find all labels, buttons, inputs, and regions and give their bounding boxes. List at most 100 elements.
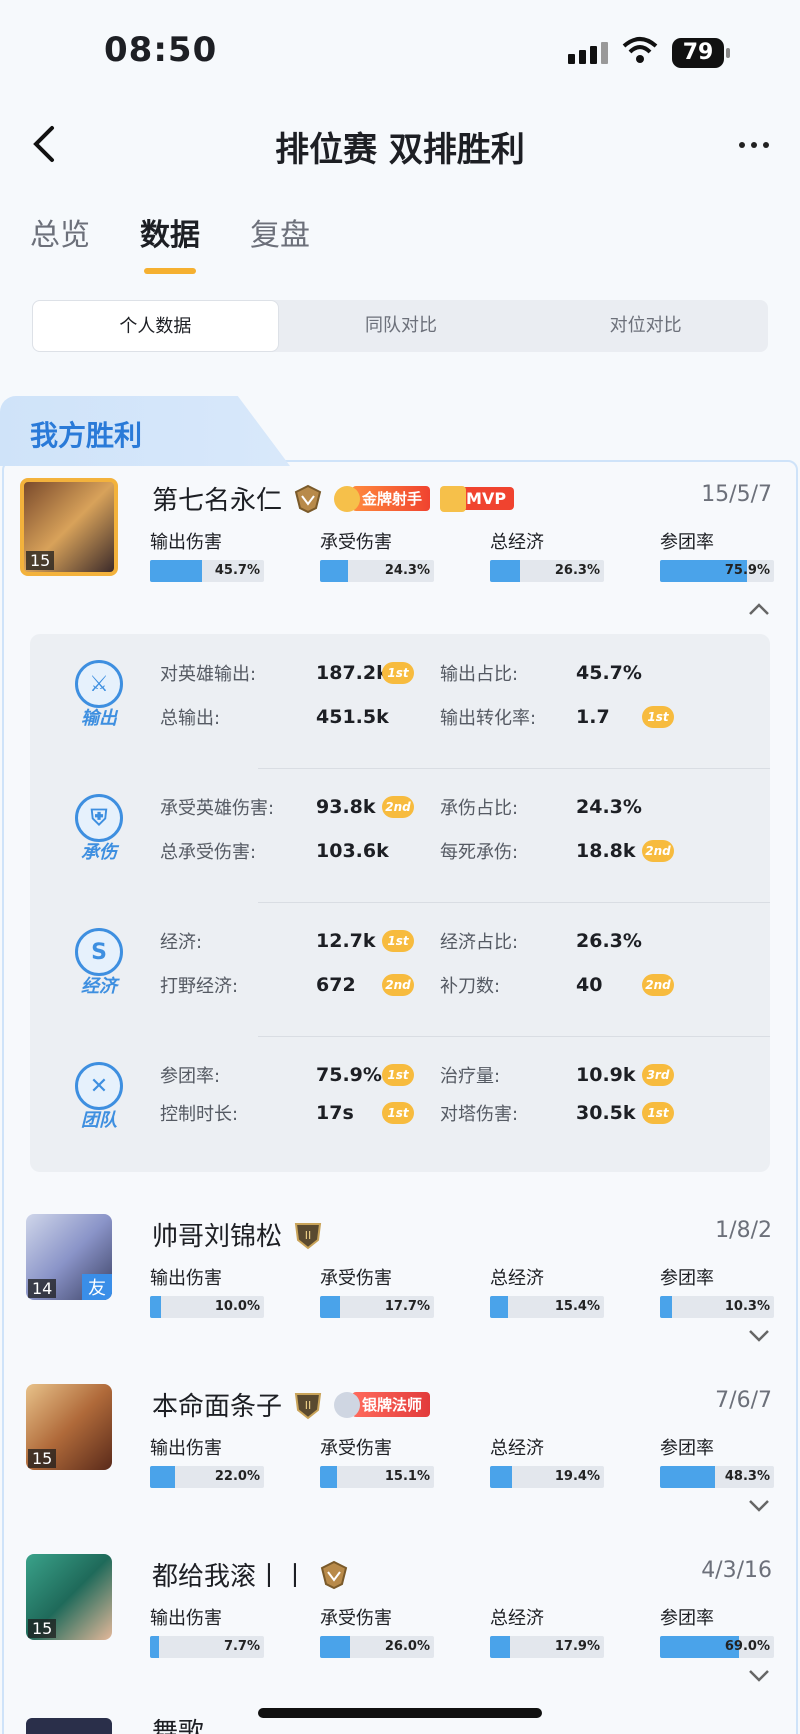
detail-section-economy: S 经济 经济: 12.7k 1st 经济占比: 26.3% 打野经济: 672 2nd 补… — [30, 902, 770, 1036]
detail-section-team: ✕ 团队 参团率: 75.9% 1st 治疗量: 10.9k 3rd 控制时长: 17s 1s… — [30, 1036, 770, 1170]
data-segment-control: 个人数据 同队对比 对位对比 — [32, 300, 768, 352]
more-options-icon[interactable] — [734, 130, 774, 160]
rank-emblem-icon — [294, 484, 322, 513]
tab-data[interactable]: 数据 — [140, 210, 200, 274]
status-bar: 08:50 79 — [0, 0, 800, 100]
stat-value: 15.4% — [554, 1299, 600, 1314]
chevron-up-icon[interactable] — [748, 602, 770, 616]
detail-row: 经济: 12.7k 1st — [160, 928, 414, 954]
rank-emblem-icon: II — [294, 1222, 322, 1249]
stat-bar: 15.1% — [320, 1466, 434, 1488]
stat-damage-taken: 承受伤害 24.3% — [320, 528, 434, 582]
segment-lane-compare[interactable]: 对位对比 — [523, 300, 768, 352]
stat-label: 总经济 — [490, 1608, 544, 1629]
detail-row: 控制时长: 17s 1st — [160, 1100, 414, 1126]
detail-row: 参团率: 75.9% 1st — [160, 1062, 414, 1088]
shield-icon: ⛨ 承伤 — [68, 794, 130, 864]
detail-row: 补刀数: 40 2nd — [440, 972, 674, 998]
rank-badge: 1st — [382, 930, 414, 952]
player-name-line: 都给我滚丨丨 — [152, 1556, 350, 1593]
stat-value: 15.1% — [384, 1469, 430, 1484]
stat-gold: 总经济 15.4% — [490, 1264, 604, 1318]
detail-row: 总承受伤害: 103.6k — [160, 840, 389, 863]
segment-team-compare[interactable]: 同队对比 — [279, 300, 524, 352]
silver-medal-icon — [334, 1391, 361, 1418]
stat-bar: 45.7% — [150, 560, 264, 582]
stat-gold: 总经济 17.9% — [490, 1604, 604, 1658]
gold-medal-icon — [334, 485, 361, 512]
stat-damage-dealt: 输出伤害 45.7% — [150, 528, 264, 582]
player-name-partial: 舞歌 — [152, 1718, 205, 1734]
nav-header: 排位赛 双排胜利 — [0, 110, 800, 180]
stat-damage-dealt: 输出伤害 22.0% — [150, 1434, 264, 1488]
stat-bar: 7.7% — [150, 1636, 264, 1658]
rank-badge: 1st — [382, 1102, 414, 1124]
stat-bar: 15.4% — [490, 1296, 604, 1318]
detail-row: 每死承伤: 18.8k 2nd — [440, 838, 674, 864]
rank-badge: 1st — [382, 662, 414, 684]
stat-bar: 10.0% — [150, 1296, 264, 1318]
detail-row: 输出转化率: 1.7 1st — [440, 704, 674, 730]
stat-label: 参团率 — [660, 1268, 714, 1289]
player-name: 都给我滚丨丨 — [152, 1562, 309, 1592]
chevron-down-icon[interactable] — [748, 1668, 770, 1682]
rank-badge: 2nd — [382, 974, 414, 996]
player-stats: 输出伤害 45.7% 承受伤害 24.3% 总经济 26.3% 参团率 75.9% — [150, 528, 774, 582]
cellular-signal-icon — [568, 42, 608, 64]
stat-label: 输出伤害 — [150, 1608, 222, 1629]
detail-row: 对塔伤害: 30.5k 1st — [440, 1100, 674, 1126]
player-row[interactable]: 15 本命面条子 II 银牌法师 7/6/7 输出伤害 22.0% 承受伤害 15.… — [0, 1384, 800, 1534]
detail-row: 输出占比: 45.7% — [440, 662, 642, 685]
rank-badge: 2nd — [642, 840, 674, 862]
stat-value: 10.0% — [214, 1299, 260, 1314]
stat-value: 26.0% — [384, 1639, 430, 1654]
stat-value: 24.3% — [384, 563, 430, 578]
stat-participation: 参团率 10.3% — [660, 1264, 774, 1318]
stat-participation: 参团率 69.0% — [660, 1604, 774, 1658]
stat-bar: 10.3% — [660, 1296, 774, 1318]
detail-row: 承受英雄伤害: 93.8k 2nd — [160, 794, 414, 820]
stat-value: 48.3% — [724, 1469, 770, 1484]
tab-replay[interactable]: 复盘 — [250, 210, 310, 268]
team-icon: ✕ 团队 — [68, 1062, 130, 1132]
stat-label: 总经济 — [490, 532, 544, 553]
honor-badge: 金牌射手 — [352, 486, 431, 511]
stat-participation: 参团率 75.9% — [660, 528, 774, 582]
stat-bar: 24.3% — [320, 560, 434, 582]
stat-label: 承受伤害 — [320, 1268, 392, 1289]
stat-label: 承受伤害 — [320, 1608, 392, 1629]
stat-label: 承受伤害 — [320, 532, 392, 553]
stat-value: 69.0% — [724, 1639, 770, 1654]
hero-avatar: 14 友 — [26, 1214, 112, 1300]
player-row[interactable]: 15 第七名永仁 金牌射手 MVP 15/5/7 输出伤害 45.7% 承受伤害 2… — [0, 478, 800, 628]
segment-personal-data[interactable]: 个人数据 — [32, 300, 279, 352]
stat-bar: 17.7% — [320, 1296, 434, 1318]
stat-bar: 22.0% — [150, 1466, 264, 1488]
player-name-line: 本命面条子 II 银牌法师 — [152, 1386, 431, 1423]
stat-value: 75.9% — [724, 563, 770, 578]
stat-label: 参团率 — [660, 532, 714, 553]
tab-overview[interactable]: 总览 — [30, 210, 90, 268]
detail-row: 经济占比: 26.3% — [440, 930, 642, 953]
player-name: 本命面条子 — [152, 1392, 283, 1422]
rank-badge: 3rd — [642, 1064, 674, 1086]
stat-damage-taken: 承受伤害 26.0% — [320, 1604, 434, 1658]
home-indicator[interactable] — [258, 1708, 542, 1718]
friend-tag: 友 — [82, 1274, 112, 1300]
stat-bar: 48.3% — [660, 1466, 774, 1488]
rank-badge: 2nd — [642, 974, 674, 996]
victory-label: 我方胜利 — [30, 419, 143, 452]
stat-gold: 总经济 19.4% — [490, 1434, 604, 1488]
player-name-line: 帅哥刘锦松 II — [152, 1216, 324, 1253]
chevron-down-icon[interactable] — [748, 1328, 770, 1342]
kda: 15/5/7 — [701, 482, 772, 507]
player-row[interactable]: 14 友 帅哥刘锦松 II 1/8/2 输出伤害 10.0% 承受伤害 17.7% … — [0, 1214, 800, 1364]
battery-indicator: 79 — [672, 38, 730, 68]
player-row[interactable]: 15 都给我滚丨丨 4/3/16 输出伤害 7.7% 承受伤害 26.0% 总经济 1… — [0, 1554, 800, 1704]
rank-badge: 1st — [642, 1102, 674, 1124]
stat-label: 参团率 — [660, 1608, 714, 1629]
rank-badge: 1st — [382, 1064, 414, 1086]
stat-label: 总经济 — [490, 1268, 544, 1289]
stat-label: 输出伤害 — [150, 1438, 222, 1459]
chevron-down-icon[interactable] — [748, 1498, 770, 1512]
